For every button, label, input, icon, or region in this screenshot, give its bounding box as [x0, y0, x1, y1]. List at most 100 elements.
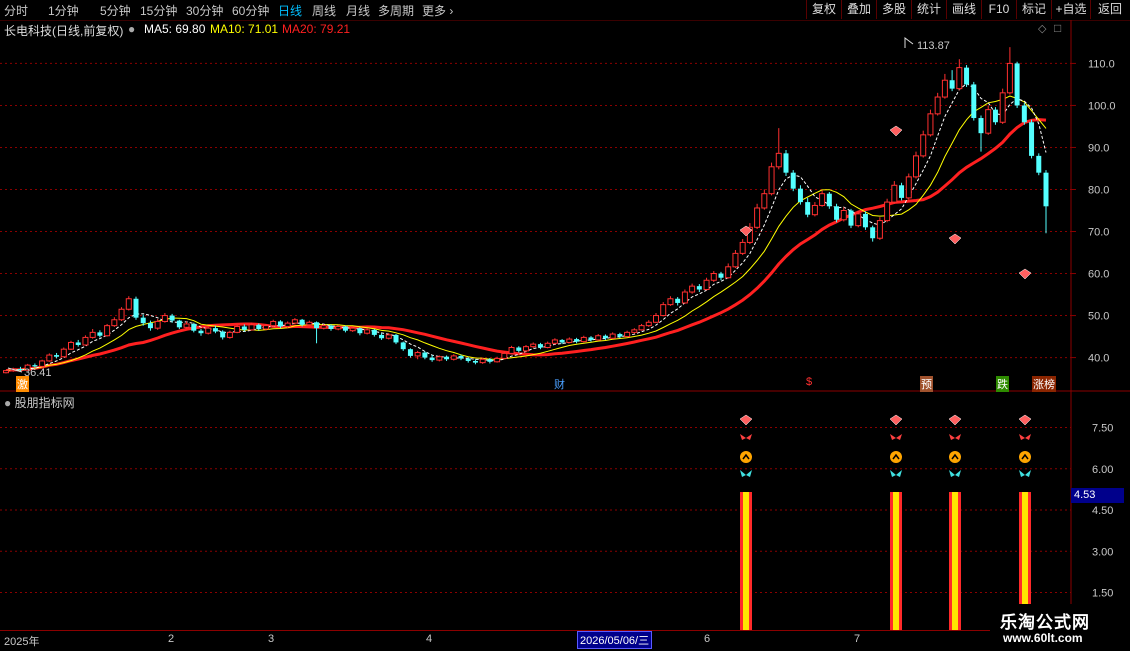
candle	[696, 284, 702, 293]
tab-multi-period[interactable]: 多周期	[378, 2, 414, 19]
candle	[681, 289, 688, 304]
signal-bar	[740, 492, 752, 630]
overlay-button[interactable]: 叠加	[841, 0, 876, 19]
candle	[191, 322, 197, 333]
indicator-tick-label: 3.00	[1092, 546, 1113, 558]
date-axis: 2025年 2 3 4 2026/05/06/三 6 7	[0, 630, 1070, 651]
candle	[941, 73, 948, 99]
event-tag[interactable]: 涨榜	[1032, 376, 1056, 392]
candle	[393, 334, 399, 345]
indicator-tick-label: 1.50	[1092, 588, 1113, 600]
tab-60min[interactable]: 60分钟	[232, 2, 269, 19]
indicator-tick-label: 6.00	[1092, 464, 1113, 476]
candle	[703, 277, 710, 291]
candle	[379, 333, 385, 340]
candle	[60, 347, 67, 358]
candle	[927, 109, 934, 137]
back-button[interactable]: 返回	[1090, 0, 1129, 19]
signal-icons	[1018, 414, 1032, 477]
candle	[1043, 170, 1049, 234]
tab-1min[interactable]: 1分钟	[48, 2, 79, 19]
up-arrow-circle-icon	[1019, 451, 1031, 463]
price-chart[interactable]: 110.0 100.0 90.0 80.0 70.0 60.0 50.0 40.0 113.8…	[0, 20, 1130, 392]
event-tag[interactable]: 跌	[996, 376, 1009, 392]
candle	[992, 107, 998, 125]
candle	[999, 88, 1006, 124]
indicator-chart[interactable]: 7.50 6.00 4.50 3.00 1.50	[0, 392, 1130, 630]
candle	[537, 342, 543, 350]
diamond-icon	[1018, 414, 1032, 426]
candle	[111, 317, 118, 327]
event-tag[interactable]: $	[806, 376, 812, 388]
candle	[342, 325, 348, 333]
candle	[862, 211, 868, 230]
f10-button[interactable]: F10	[981, 0, 1016, 19]
draw-line-button[interactable]: 画线	[946, 0, 981, 19]
tab-30min[interactable]: 30分钟	[186, 2, 223, 19]
tab-5min[interactable]: 5分钟	[100, 2, 131, 19]
candle	[638, 323, 645, 331]
candle	[978, 115, 984, 152]
candle	[530, 342, 537, 348]
candle	[436, 355, 443, 362]
candle	[805, 197, 811, 218]
mark-button[interactable]: 标记	[1016, 0, 1051, 19]
candle	[1006, 47, 1013, 95]
candle	[314, 321, 320, 344]
tab-timeshare[interactable]: 分时	[4, 2, 28, 19]
add-watchlist-button[interactable]: +自选	[1051, 0, 1090, 19]
restore-rights-button[interactable]: 复权	[806, 0, 841, 19]
candle	[89, 329, 96, 339]
price-tick-label: 50.0	[1088, 311, 1109, 323]
candle	[104, 323, 111, 337]
candle	[161, 313, 168, 323]
tab-more[interactable]: 更多 ›	[422, 2, 453, 19]
candle	[645, 320, 652, 327]
candle	[75, 339, 81, 347]
event-tag[interactable]: 预	[920, 376, 933, 392]
tab-monthly[interactable]: 月线	[346, 2, 370, 19]
candle	[226, 330, 233, 339]
candle	[819, 190, 826, 207]
diamond-marker	[948, 233, 962, 245]
price-tick-label: 40.0	[1088, 353, 1109, 365]
candle	[580, 335, 587, 343]
candle	[220, 330, 226, 340]
butterfly-red-icon	[740, 434, 752, 440]
tab-daily[interactable]: 日线	[278, 2, 302, 19]
indicator-tick-label: 4.50	[1092, 505, 1113, 517]
candle	[797, 185, 803, 205]
candle	[183, 321, 190, 329]
candle	[811, 202, 818, 217]
multi-stock-button[interactable]: 多股	[876, 0, 911, 19]
date-label: 7	[854, 633, 861, 645]
tab-15min[interactable]: 15分钟	[140, 2, 177, 19]
signal-icons	[889, 414, 903, 477]
date-label: 6	[704, 633, 711, 645]
butterfly-cyan-icon	[740, 470, 752, 477]
up-arrow-circle-icon	[949, 451, 961, 463]
up-arrow-circle-icon	[740, 451, 752, 463]
candle	[407, 348, 413, 358]
candle	[364, 328, 371, 335]
ma20-line	[5, 118, 1047, 373]
candle	[905, 173, 912, 200]
butterfly-red-icon	[1019, 434, 1031, 440]
candle	[739, 239, 746, 256]
price-tick-label: 110.0	[1088, 58, 1115, 70]
candle	[444, 355, 450, 361]
date-label: 4	[426, 633, 433, 645]
event-tag[interactable]: 财	[554, 376, 565, 392]
event-tag[interactable]: 激	[16, 376, 29, 392]
candle	[826, 192, 832, 209]
candle	[429, 355, 435, 362]
diamond-icon	[739, 414, 753, 426]
price-tick-label: 70.0	[1088, 227, 1109, 239]
candle	[840, 207, 847, 222]
candle	[899, 182, 905, 201]
candle	[624, 330, 631, 338]
tab-weekly[interactable]: 周线	[312, 2, 336, 19]
statistics-button[interactable]: 统计	[911, 0, 946, 19]
current-value-box: 4.53	[1071, 488, 1124, 503]
selected-date: 2026/05/06/三	[577, 631, 653, 649]
